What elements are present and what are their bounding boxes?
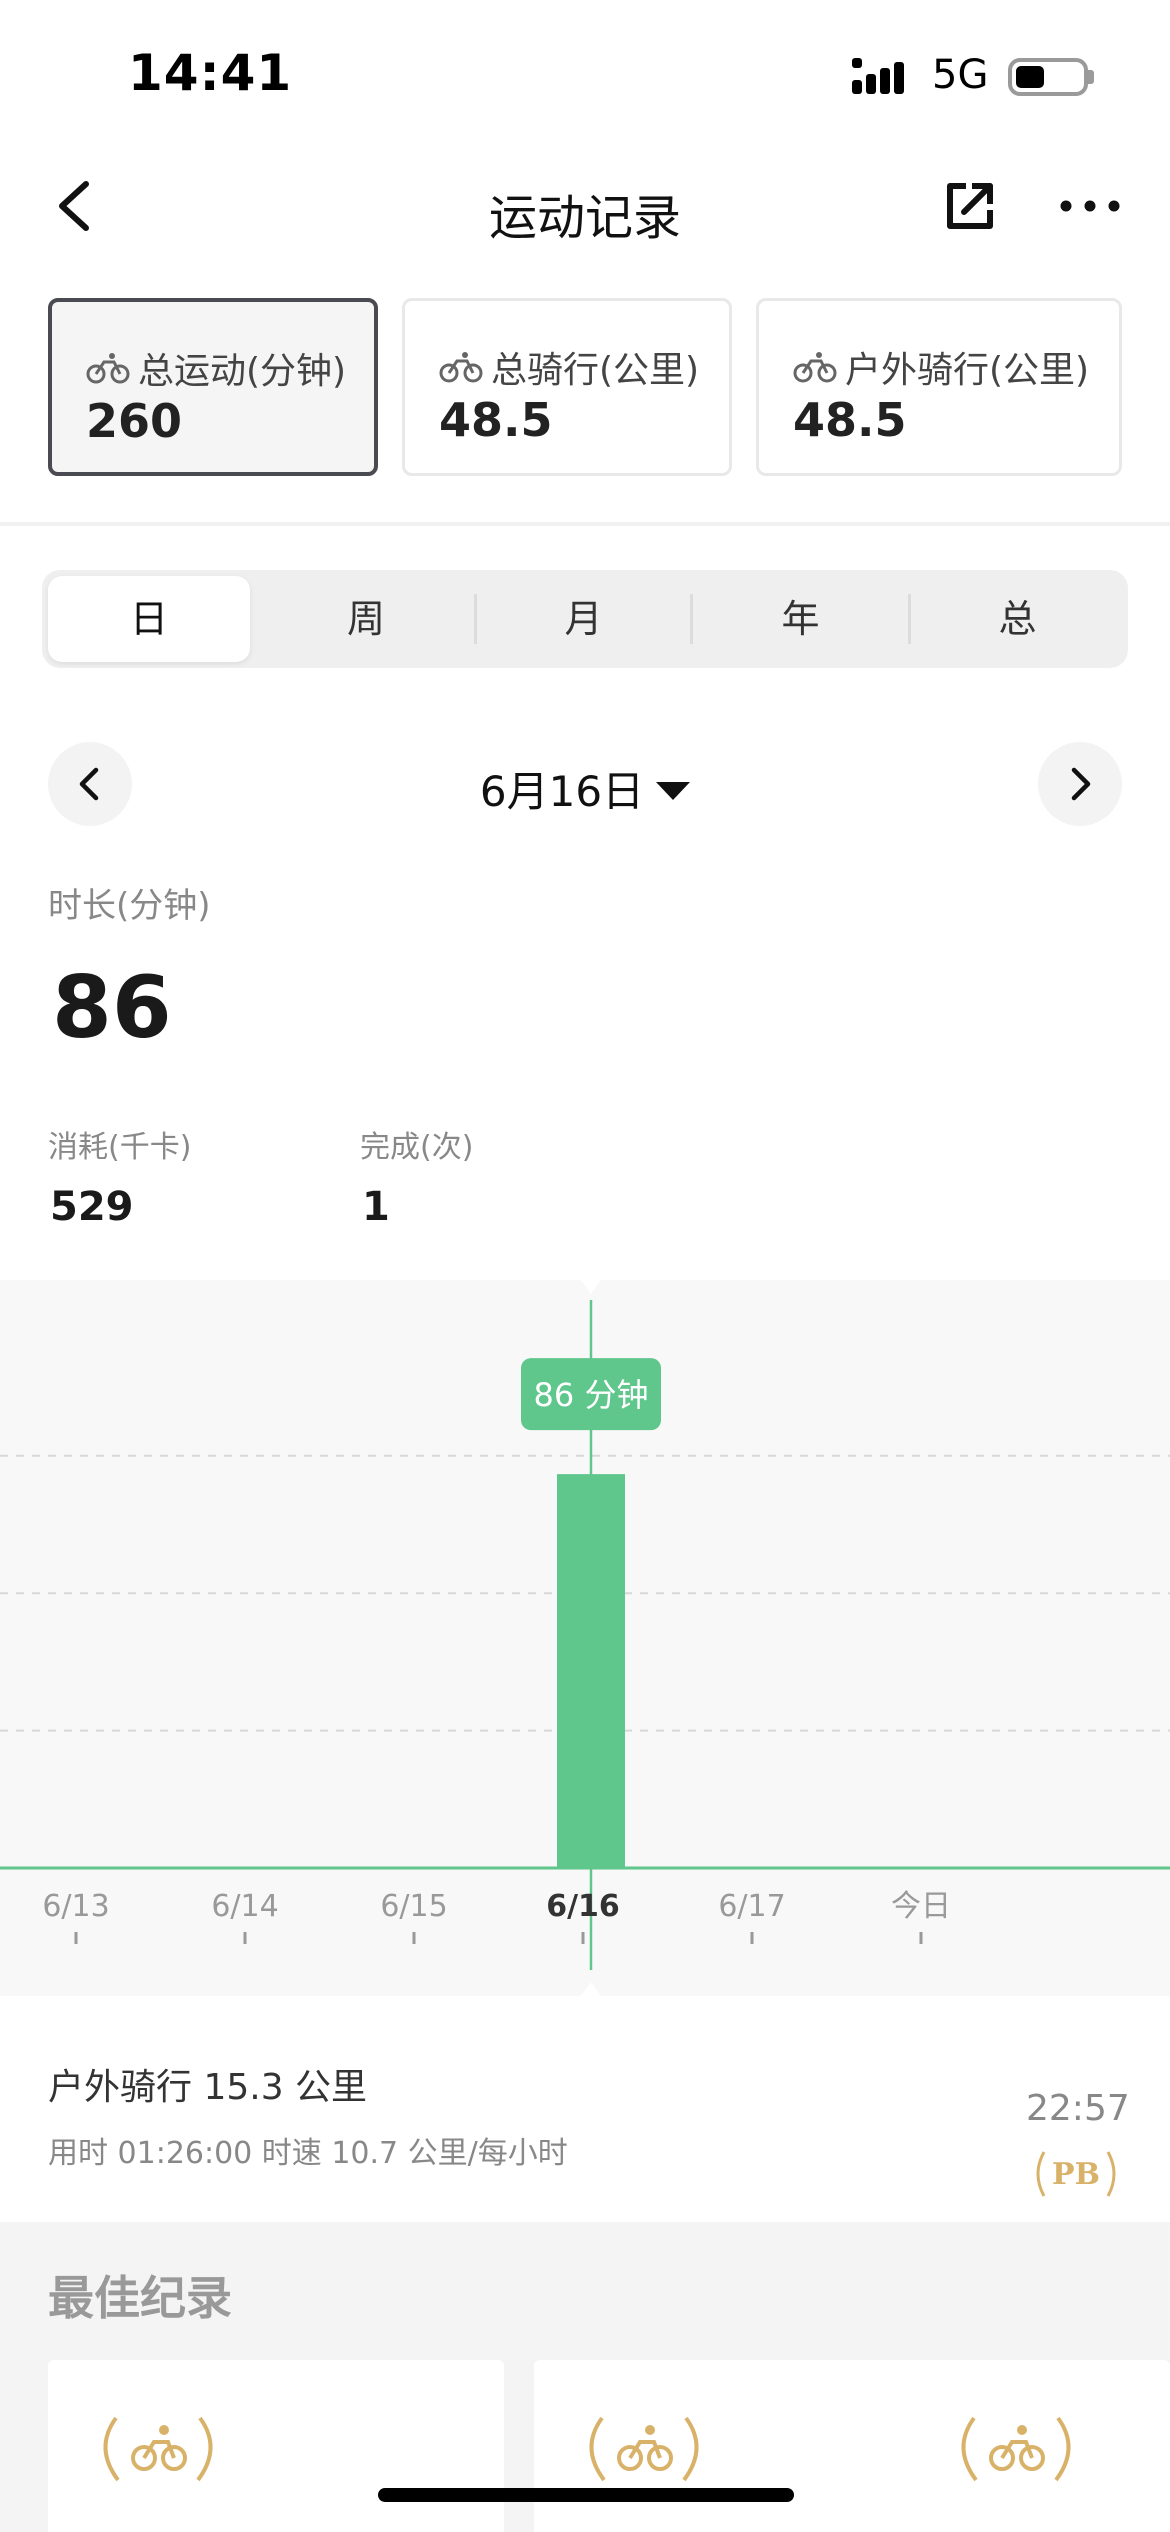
duration-value: 86 [52,958,172,1058]
activity-item[interactable]: 户外骑行 15.3 公里 用时 01:26:00 时速 10.7 公里/每小时 … [0,1996,1170,2222]
calories-value: 529 [50,1184,134,1230]
chart-x-tick-label: 6/15 [380,1889,447,1924]
pb-badge-icon: PB [1036,2151,1116,2197]
bike-icon [439,352,483,383]
best-record-card[interactable] [906,2360,1170,2532]
signal-icon [852,58,904,94]
chevron-right-icon [1071,767,1091,801]
segment-total[interactable]: 总 [911,570,1124,668]
segment-year[interactable]: 年 [693,570,908,668]
activity-title: 户外骑行 15.3 公里 [48,2067,368,2108]
share-icon[interactable] [942,178,998,234]
activity-details: 用时 01:26:00 时速 10.7 公里/每小时 [48,2136,568,2171]
summary-card-value: 48.5 [439,393,553,447]
chart-tooltip-text: 86 分钟 [534,1376,649,1414]
next-date-button[interactable] [1038,742,1122,826]
summary-card-value: 48.5 [793,393,907,447]
chart-selection-bottom-marker [581,1982,601,1996]
laurel-bike-icon [103,2416,213,2482]
chart-x-tick-label: 6/16 [546,1889,620,1924]
calories-label: 消耗(千卡) [48,1130,192,1165]
status-time: 14:41 [128,44,293,102]
chart-selection-top-marker [581,1280,601,1294]
segment-day[interactable]: 日 [48,570,250,668]
summary-card-label: 总运动(分钟) [138,351,347,392]
summary-card-total-exercise[interactable]: 总运动(分钟) 260 [48,298,378,476]
bike-icon [86,353,130,384]
chart-x-tick-label: 6/13 [42,1889,109,1924]
bike-icon [793,352,837,383]
duration-label: 时长(分钟) [48,886,211,926]
laurel-bike-icon [961,2416,1071,2482]
chart-bar [557,1474,625,1868]
segment-week[interactable]: 周 [258,570,474,668]
summary-card-label: 总骑行(公里) [491,350,700,391]
section-divider [0,522,1170,526]
date-label: 6月16日 [479,767,645,816]
summary-card-value: 260 [86,394,183,448]
summary-card-label: 户外骑行(公里) [845,350,1090,391]
laurel-bike-icon [589,2416,699,2482]
home-indicator [378,2488,794,2502]
battery-tip [1088,70,1094,84]
caret-down-icon [656,781,691,800]
best-records-title: 最佳纪录 [48,2271,232,2325]
summary-card-outdoor-cycling[interactable]: 户外骑行(公里) 48.5 [756,298,1122,476]
completed-value: 1 [362,1184,390,1230]
network-type: 5G [932,52,989,98]
best-record-card[interactable] [48,2360,504,2532]
completed-label: 完成(次) [360,1130,474,1165]
chart-x-tick-label: 6/17 [718,1889,785,1924]
chart-x-tick-label: 6/14 [211,1889,278,1924]
more-icon[interactable] [1058,196,1122,216]
chart-x-tick-label: 今日 [891,1889,951,1924]
battery-icon [1008,58,1088,96]
date-picker[interactable]: 6月16日 [0,758,1170,819]
pb-badge-text: PB [1052,2157,1100,2192]
summary-card-total-cycling[interactable]: 总骑行(公里) 48.5 [402,298,732,476]
activity-time: 22:57 [1026,2088,1130,2129]
segment-month[interactable]: 月 [477,570,690,668]
daily-duration-chart[interactable]: 6/13 6/14 6/15 6/16 6/17 今日 86 分钟 [0,1280,1170,1996]
period-segmented-control: 日 周 月 年 总 [42,570,1128,668]
